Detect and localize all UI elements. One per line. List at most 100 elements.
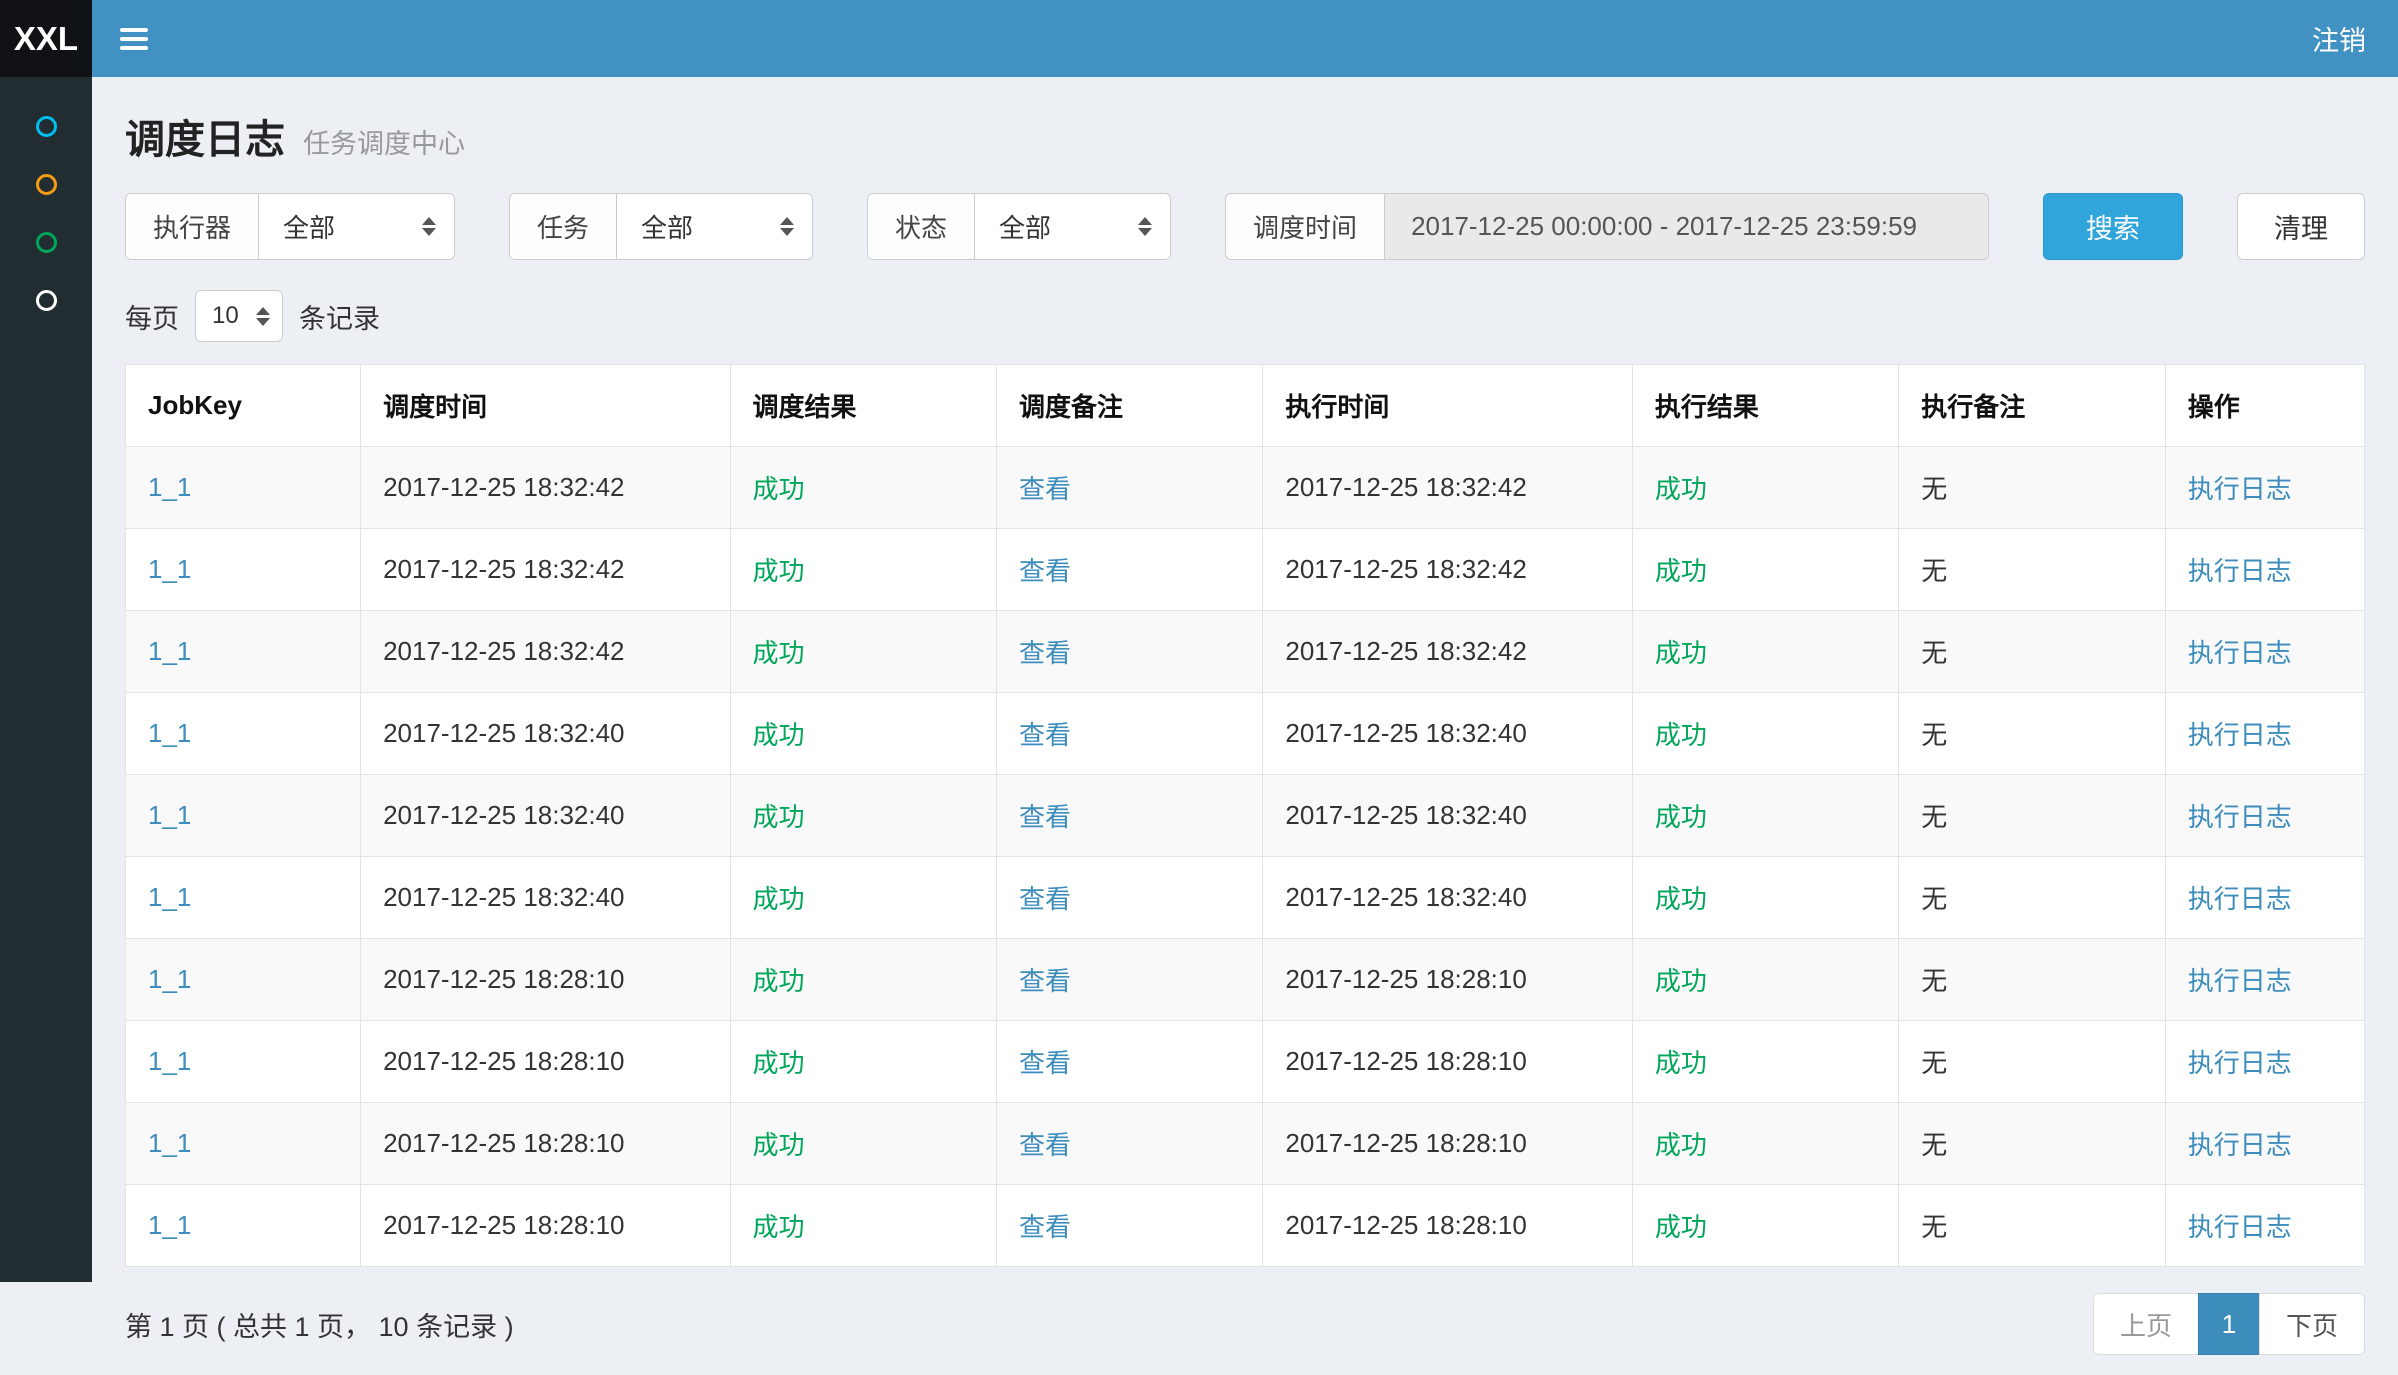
trigger-result-text: 成功 (753, 1048, 805, 1078)
handle-result-cell: 成功 (1632, 775, 1898, 857)
trigger-msg-link[interactable]: 查看 (1019, 1212, 1071, 1242)
jobkey-link[interactable]: 1_1 (148, 636, 191, 666)
jobkey-cell: 1_1 (126, 693, 361, 775)
execution-log-link[interactable]: 执行日志 (2188, 556, 2292, 586)
trigger-result-text: 成功 (753, 802, 805, 832)
trigger-result-cell: 成功 (730, 611, 996, 693)
execution-log-link[interactable]: 执行日志 (2188, 474, 2292, 504)
jobkey-link[interactable]: 1_1 (148, 1210, 191, 1240)
table-row: 1_1 2017-12-25 18:28:10 成功 查看 2017-12-25… (126, 1185, 2365, 1267)
trigger-msg-link[interactable]: 查看 (1019, 638, 1071, 668)
pagination: 上页 1 下页 (2093, 1293, 2365, 1355)
jobkey-link[interactable]: 1_1 (148, 1046, 191, 1076)
action-cell: 执行日志 (2165, 611, 2364, 693)
action-cell: 执行日志 (2165, 447, 2364, 529)
select-stepper-icon (422, 217, 436, 236)
page-size-suffix: 条记录 (299, 297, 380, 336)
handle-result-text: 成功 (1655, 638, 1707, 668)
trigger-msg-link[interactable]: 查看 (1019, 556, 1071, 586)
handle-msg-cell: 无 (1899, 857, 2165, 939)
execution-log-link[interactable]: 执行日志 (2188, 802, 2292, 832)
handle-result-cell: 成功 (1632, 1103, 1898, 1185)
trigger-msg-link[interactable]: 查看 (1019, 1048, 1071, 1078)
handle-msg-cell: 无 (1899, 1021, 2165, 1103)
execution-log-link[interactable]: 执行日志 (2188, 638, 2292, 668)
executor-select[interactable]: 全部 (259, 194, 454, 259)
trigger-time-filter-group: 调度时间 (1225, 193, 1989, 260)
trigger-result-cell: 成功 (730, 775, 996, 857)
app-logo[interactable]: XXL (0, 0, 92, 77)
sidebar-item-4[interactable] (0, 271, 92, 329)
execution-log-link[interactable]: 执行日志 (2188, 966, 2292, 996)
jobkey-cell: 1_1 (126, 1185, 361, 1267)
trigger-msg-cell: 查看 (996, 611, 1262, 693)
next-page-button[interactable]: 下页 (2259, 1293, 2365, 1355)
page-1-button[interactable]: 1 (2198, 1293, 2260, 1355)
trigger-msg-cell: 查看 (996, 1021, 1262, 1103)
trigger-msg-link[interactable]: 查看 (1019, 966, 1071, 996)
trigger-result-cell: 成功 (730, 939, 996, 1021)
table-row: 1_1 2017-12-25 18:28:10 成功 查看 2017-12-25… (126, 1103, 2365, 1185)
sidebar-toggle-button[interactable] (92, 0, 176, 77)
sidebar-item-3[interactable] (0, 213, 92, 271)
execution-log-link[interactable]: 执行日志 (2188, 720, 2292, 750)
trigger-msg-cell: 查看 (996, 939, 1262, 1021)
trigger-msg-link[interactable]: 查看 (1019, 474, 1071, 504)
log-table-head: JobKey调度时间调度结果调度备注执行时间执行结果执行备注操作 (126, 365, 2365, 447)
page-size-control: 每页 10 条记录 (125, 290, 2365, 342)
logout-link[interactable]: 注销 (2280, 0, 2398, 77)
action-cell: 执行日志 (2165, 693, 2364, 775)
handle-result-cell: 成功 (1632, 939, 1898, 1021)
trigger-time-cell: 2017-12-25 18:28:10 (361, 1185, 730, 1267)
job-select-value: 全部 (641, 208, 693, 245)
handle-time-cell: 2017-12-25 18:28:10 (1263, 939, 1632, 1021)
jobkey-link[interactable]: 1_1 (148, 964, 191, 994)
sidebar-item-2[interactable] (0, 155, 92, 213)
jobkey-link[interactable]: 1_1 (148, 1128, 191, 1158)
trigger-msg-link[interactable]: 查看 (1019, 720, 1071, 750)
trigger-msg-link[interactable]: 查看 (1019, 1130, 1071, 1160)
clear-button[interactable]: 清理 (2237, 193, 2365, 260)
trigger-msg-cell: 查看 (996, 1103, 1262, 1185)
jobkey-link[interactable]: 1_1 (148, 554, 191, 584)
trigger-msg-cell: 查看 (996, 1185, 1262, 1267)
trigger-time-range-input[interactable] (1385, 194, 1988, 259)
trigger-time-cell: 2017-12-25 18:28:10 (361, 1021, 730, 1103)
status-select[interactable]: 全部 (975, 194, 1170, 259)
action-cell: 执行日志 (2165, 857, 2364, 939)
trigger-result-cell: 成功 (730, 693, 996, 775)
trigger-time-cell: 2017-12-25 18:32:42 (361, 611, 730, 693)
log-table: JobKey调度时间调度结果调度备注执行时间执行结果执行备注操作 1_1 201… (125, 364, 2365, 1267)
column-header: 操作 (2165, 365, 2364, 447)
job-select[interactable]: 全部 (617, 194, 812, 259)
trigger-time-cell: 2017-12-25 18:32:42 (361, 447, 730, 529)
execution-log-link[interactable]: 执行日志 (2188, 1212, 2292, 1242)
page-size-select[interactable]: 10 (195, 290, 283, 342)
jobkey-link[interactable]: 1_1 (148, 882, 191, 912)
handle-msg-cell: 无 (1899, 1185, 2165, 1267)
handle-time-cell: 2017-12-25 18:32:42 (1263, 447, 1632, 529)
jobkey-cell: 1_1 (126, 775, 361, 857)
log-table-head-row: JobKey调度时间调度结果调度备注执行时间执行结果执行备注操作 (126, 365, 2365, 447)
sidebar (0, 77, 92, 1282)
trigger-msg-link[interactable]: 查看 (1019, 884, 1071, 914)
trigger-msg-link[interactable]: 查看 (1019, 802, 1071, 832)
select-stepper-icon (780, 217, 794, 236)
sidebar-item-1[interactable] (0, 97, 92, 155)
search-button[interactable]: 搜索 (2043, 193, 2183, 260)
table-row: 1_1 2017-12-25 18:32:40 成功 查看 2017-12-25… (126, 775, 2365, 857)
handle-msg-cell: 无 (1899, 775, 2165, 857)
execution-log-link[interactable]: 执行日志 (2188, 1048, 2292, 1078)
column-header: 调度结果 (730, 365, 996, 447)
handle-msg-cell: 无 (1899, 939, 2165, 1021)
jobkey-link[interactable]: 1_1 (148, 800, 191, 830)
executor-select-value: 全部 (283, 208, 335, 245)
handle-result-cell: 成功 (1632, 1185, 1898, 1267)
circle-outline-icon (36, 174, 57, 195)
jobkey-link[interactable]: 1_1 (148, 718, 191, 748)
execution-log-link[interactable]: 执行日志 (2188, 1130, 2292, 1160)
handle-time-cell: 2017-12-25 18:28:10 (1263, 1185, 1632, 1267)
jobkey-link[interactable]: 1_1 (148, 472, 191, 502)
prev-page-button[interactable]: 上页 (2093, 1293, 2199, 1355)
execution-log-link[interactable]: 执行日志 (2188, 884, 2292, 914)
